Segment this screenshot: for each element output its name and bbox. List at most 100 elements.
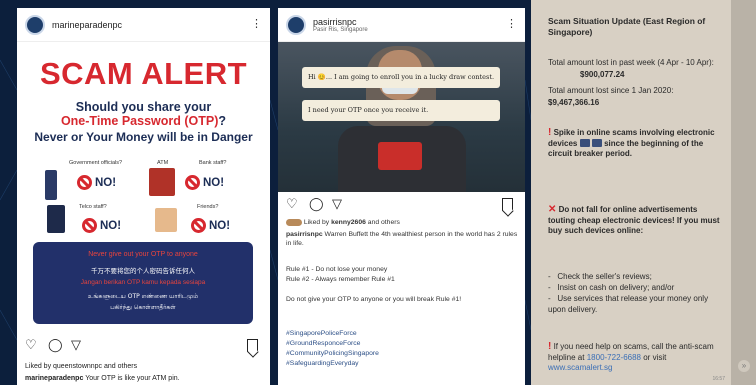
multilingual-warning-box: Never give out your OTP to anyone 千万不要将您… [33,242,253,324]
avatar[interactable] [25,14,45,35]
warning-english: Never give out your OTP to anyone [88,251,198,258]
liker-avatars[interactable] [286,218,302,226]
caption: pasirrisnpc Warren Buffett the 4th wealt… [286,230,518,248]
header-text: pasirrisnpc Pasir Ris, Singapore [313,17,368,33]
no-label: NO! [203,176,225,189]
spike-paragraph: ! Spike in online scams involving electr… [548,127,726,160]
no-badge-bank: NO! [185,175,224,190]
post-actions: ♡ ◯ ▽ [25,338,86,352]
hashtag[interactable]: #SingaporePoliceForce [286,329,518,338]
instagram-post-marineparade: marineparadenpc ⋮ SCAM ALERT Should you … [17,8,270,385]
scam-alert-title: SCAM ALERT [39,56,248,91]
post-header: pasirrisnpc Pasir Ris, Singapore ⋮ [278,8,525,42]
bullet-2: - Insist on cash on delivery; and/or [548,283,675,292]
question-line-1: Should you share your [75,100,212,114]
atm-illustration [149,168,175,196]
otp-highlight: One-Time Password (OTP) [60,114,219,128]
bullet-text: Insist on cash on delivery; and/or [557,283,675,292]
share-icon[interactable]: ▽ [332,197,347,211]
liked-by-prefix: Liked by [303,219,330,226]
no-badge-telco: NO! [82,218,121,233]
scamalert-link[interactable]: www.scamalert.sg [548,363,612,372]
chat-message-panel: Scam Situation Update (East Region of Si… [531,0,731,385]
rule-2: Rule #2 - Always remember Rule #1 [286,276,395,283]
rule-1: Rule #1 - Do not lose your money [286,266,388,273]
post-header: marineparadenpc ⋮ [17,8,270,42]
question-line-2: One-Time Password (OTP)? [17,114,270,128]
avatar[interactable] [286,14,306,35]
heart-icon[interactable]: ♡ [286,197,301,211]
liked-by-user[interactable]: kenny2606 [331,219,366,226]
week-loss-label: Total amount lost in past week (4 Apr - … [548,58,714,67]
hashtag[interactable]: #SafeguardingEveryday [286,359,518,368]
message-title: Scam Situation Update (East Region of Si… [548,16,706,37]
since-loss-label: Total amount lost since 1 Jan 2020: [548,86,674,95]
telco-illustration [47,205,65,233]
bookmark-icon[interactable] [247,339,258,352]
no-badge-friends: NO! [191,218,230,233]
prohibited-icon [77,175,92,190]
label-atm: ATM [157,160,169,166]
bullet-1: - Check the seller's reviews; [548,272,652,281]
comment-icon[interactable]: ◯ [48,338,63,352]
gamepad-icon [591,139,602,148]
warning-tamil-1: உங்களுடைய OTP எண்ணை யாரிடமும் [87,293,199,300]
red-phone [378,142,422,170]
comment-icon[interactable]: ◯ [309,197,324,211]
share-icon[interactable]: ▽ [71,338,86,352]
exclamation-icon: ! [548,127,552,138]
prohibited-icon [185,175,200,190]
liked-by-row: Liked by kenny2606 and others [286,218,518,227]
label-telco: Telco staff? [79,204,107,210]
post-actions: ♡ ◯ ▽ [286,197,347,211]
cross-mark-icon: ✕ [548,204,557,215]
no-label: NO! [95,176,117,189]
prohibited-icon [191,218,206,233]
scam-message-bubble-1: Hi 😊... I am going to enroll you in a lu… [302,67,500,88]
caption: marineparadenpc Your OTP is like your AT… [25,374,180,384]
label-government: Government officials? [69,160,123,166]
week-loss-value: $900,077.24 [580,70,625,79]
prohibited-icon [82,218,97,233]
laptop-icon [579,139,590,148]
bookmark-icon[interactable] [502,198,513,211]
help-or: or visit [643,352,667,362]
exclamation-icon: ! [548,341,552,352]
friends-illustration [155,208,177,232]
warning-chinese: 千万不要将您的个人密码告诉任何人 [91,267,195,275]
no-badge-government: NO! [77,175,116,190]
message-time: 16:57 [712,376,725,382]
no-label: NO! [100,219,122,232]
post-username[interactable]: marineparadenpc [52,20,122,30]
no-label: NO! [209,219,231,232]
warning-malay: Jangan berikan OTP kamu kepada sesiapa [80,279,206,286]
question-mark: ? [218,114,227,128]
label-friends: Friends? [197,204,219,210]
caption-text: Your OTP is like your ATM pin. [85,375,180,382]
helpline-link[interactable]: 1800-722-6688 [587,353,641,362]
fall-paragraph: ✕ Do not fall for online advertisements … [548,204,726,237]
help-paragraph: ! If you need help on scams, call the an… [548,341,726,374]
post-username[interactable]: pasirrisnpc [313,17,368,27]
fall-text: Do not fall for online advertisements to… [548,205,720,235]
bullet-text: Use services that release your money onl… [548,294,709,314]
hashtag[interactable]: #CommunityPolicingSingapore [286,349,518,358]
chat-side-strip: » [731,0,756,385]
warning-tamil-2: பகிர்ந்து கொள்ளாதீர்கள் [110,304,176,311]
hashtag[interactable]: #GroundResponceForce [286,339,518,348]
question-line-3: Never or Your Money will be in Danger [34,130,253,144]
liked-by-suffix[interactable]: and others [368,219,400,226]
post-location[interactable]: Pasir Ris, Singapore [313,27,368,33]
caption-username[interactable]: marineparadenpc [25,375,83,382]
caption-username[interactable]: pasirrisnpc [286,231,323,238]
more-options-icon[interactable]: ⋮ [506,19,517,30]
since-loss-value: $9,467,366.16 [548,98,600,107]
instagram-post-pasirris: pasirrisnpc Pasir Ris, Singapore ⋮ Hi 😊.… [278,8,525,385]
label-bank-staff: Bank staff? [199,160,227,166]
scroll-down-icon[interactable]: » [738,360,750,372]
liked-by-text[interactable]: Liked by queenstownnpc and others [25,362,137,372]
bullet-3: - Use services that release your money o… [548,294,709,314]
heart-icon[interactable]: ♡ [25,338,40,352]
more-options-icon[interactable]: ⋮ [251,19,262,30]
caption-body: Do not give your OTP to anyone or you wi… [286,296,462,303]
